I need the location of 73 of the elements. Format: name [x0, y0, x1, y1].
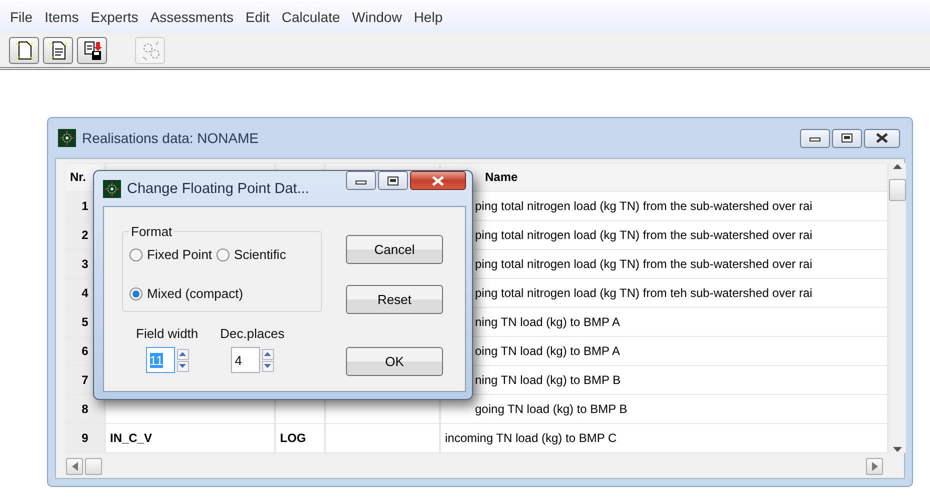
table-cell: LOG	[280, 430, 306, 445]
table-cell: 7	[82, 372, 88, 387]
toolbar-button[interactable]	[43, 36, 73, 64]
dialog-button[interactable]: Reset	[346, 285, 443, 314]
menu-item[interactable]: Calculate	[276, 8, 346, 24]
table-cell: ning TN load (kg) to BMP B	[475, 372, 621, 387]
scrollbar-thumb[interactable]	[85, 458, 102, 475]
group-label: Format	[131, 224, 172, 239]
field-label: Field width	[136, 326, 198, 341]
scrollbar-thumb[interactable]	[889, 179, 906, 201]
maximize-icon	[840, 133, 854, 143]
app-icon	[58, 129, 76, 147]
scroll-up-icon	[893, 163, 902, 169]
number-field[interactable]: 4	[230, 347, 260, 373]
close-button[interactable]	[410, 171, 466, 190]
menu-item[interactable]: Items	[38, 8, 85, 24]
toolbar-button[interactable]	[9, 36, 39, 64]
app-icon	[103, 180, 121, 198]
menu-item[interactable]: Help	[408, 8, 449, 24]
menu-item[interactable]: Assessments	[144, 8, 240, 24]
minimize-button[interactable]	[800, 128, 830, 148]
spin-up-button[interactable]	[176, 348, 189, 360]
close-button[interactable]	[864, 128, 900, 148]
spin-down-button[interactable]	[262, 360, 274, 372]
table-cell: 1	[82, 198, 88, 213]
table-cell: 8	[82, 402, 88, 416]
table-cell: 2	[82, 228, 88, 242]
close-icon	[875, 133, 889, 143]
dialog-button[interactable]: OK	[346, 347, 443, 376]
scroll-left-icon	[72, 462, 78, 471]
menu-item[interactable]: Edit	[240, 8, 276, 24]
column-header: Nr.	[70, 170, 86, 184]
table-cell: ning TN load (kg) to BMP A	[475, 314, 620, 329]
radio-option[interactable]: Scientific	[216, 247, 286, 262]
field-label: Dec.places	[220, 326, 284, 341]
radio-option[interactable]: Mixed (compact)	[129, 286, 244, 301]
up-arrow-icon	[264, 352, 272, 356]
dialog-title: Change Floating Point Dat...	[127, 181, 310, 197]
up-arrow-icon	[179, 352, 186, 356]
toolbar-button[interactable]	[77, 36, 107, 64]
table-cell: ping total nitrogen load (kg TN) from the sub-watershed over rai	[475, 228, 812, 242]
table-cell: 6	[82, 344, 88, 358]
maximize-icon	[386, 176, 400, 186]
table-cell: going TN load (kg) to BMP B	[475, 402, 628, 416]
column-header: Name	[485, 170, 518, 184]
table-cell: incoming TN load (kg) to BMP C	[445, 430, 617, 445]
menu-item[interactable]: File	[4, 8, 39, 24]
scroll-down-icon	[893, 447, 902, 453]
table-cell: ping total nitrogen load (kg TN) from the sub-watershed over rai	[475, 256, 812, 271]
spin-down-button[interactable]	[176, 360, 189, 372]
table-cell: 5	[82, 314, 88, 329]
down-arrow-icon	[179, 364, 186, 368]
scroll-right-button[interactable]	[866, 458, 883, 475]
table-cell: oing TN load (kg) to BMP A	[475, 344, 620, 358]
minimize-button[interactable]	[346, 171, 376, 190]
maximize-button[interactable]	[832, 128, 862, 148]
scroll-right-icon	[872, 462, 878, 471]
table-cell: 3	[82, 256, 88, 271]
scroll-left-button[interactable]	[66, 458, 83, 475]
close-icon	[431, 176, 445, 186]
window-title: Realisations data: NONAME	[82, 130, 260, 146]
menu-item[interactable]: Experts	[84, 8, 144, 24]
table-cell: ping total nitrogen load (kg TN) from the sub-watershed over rai	[475, 198, 812, 213]
menu-item[interactable]: Window	[346, 8, 408, 24]
table-cell: IN_C_V	[110, 430, 152, 445]
table-cell: ping total nitrogen load (kg TN) from teh sub-watershed over rai	[475, 286, 812, 300]
spin-up-button[interactable]	[262, 348, 274, 360]
radio-option[interactable]: Fixed Point	[129, 247, 212, 262]
maximize-button[interactable]	[378, 171, 408, 190]
dialog-button[interactable]: Cancel	[346, 235, 443, 264]
table-cell: 4	[82, 286, 88, 300]
table-cell: 9	[82, 430, 88, 445]
down-arrow-icon	[264, 364, 272, 368]
